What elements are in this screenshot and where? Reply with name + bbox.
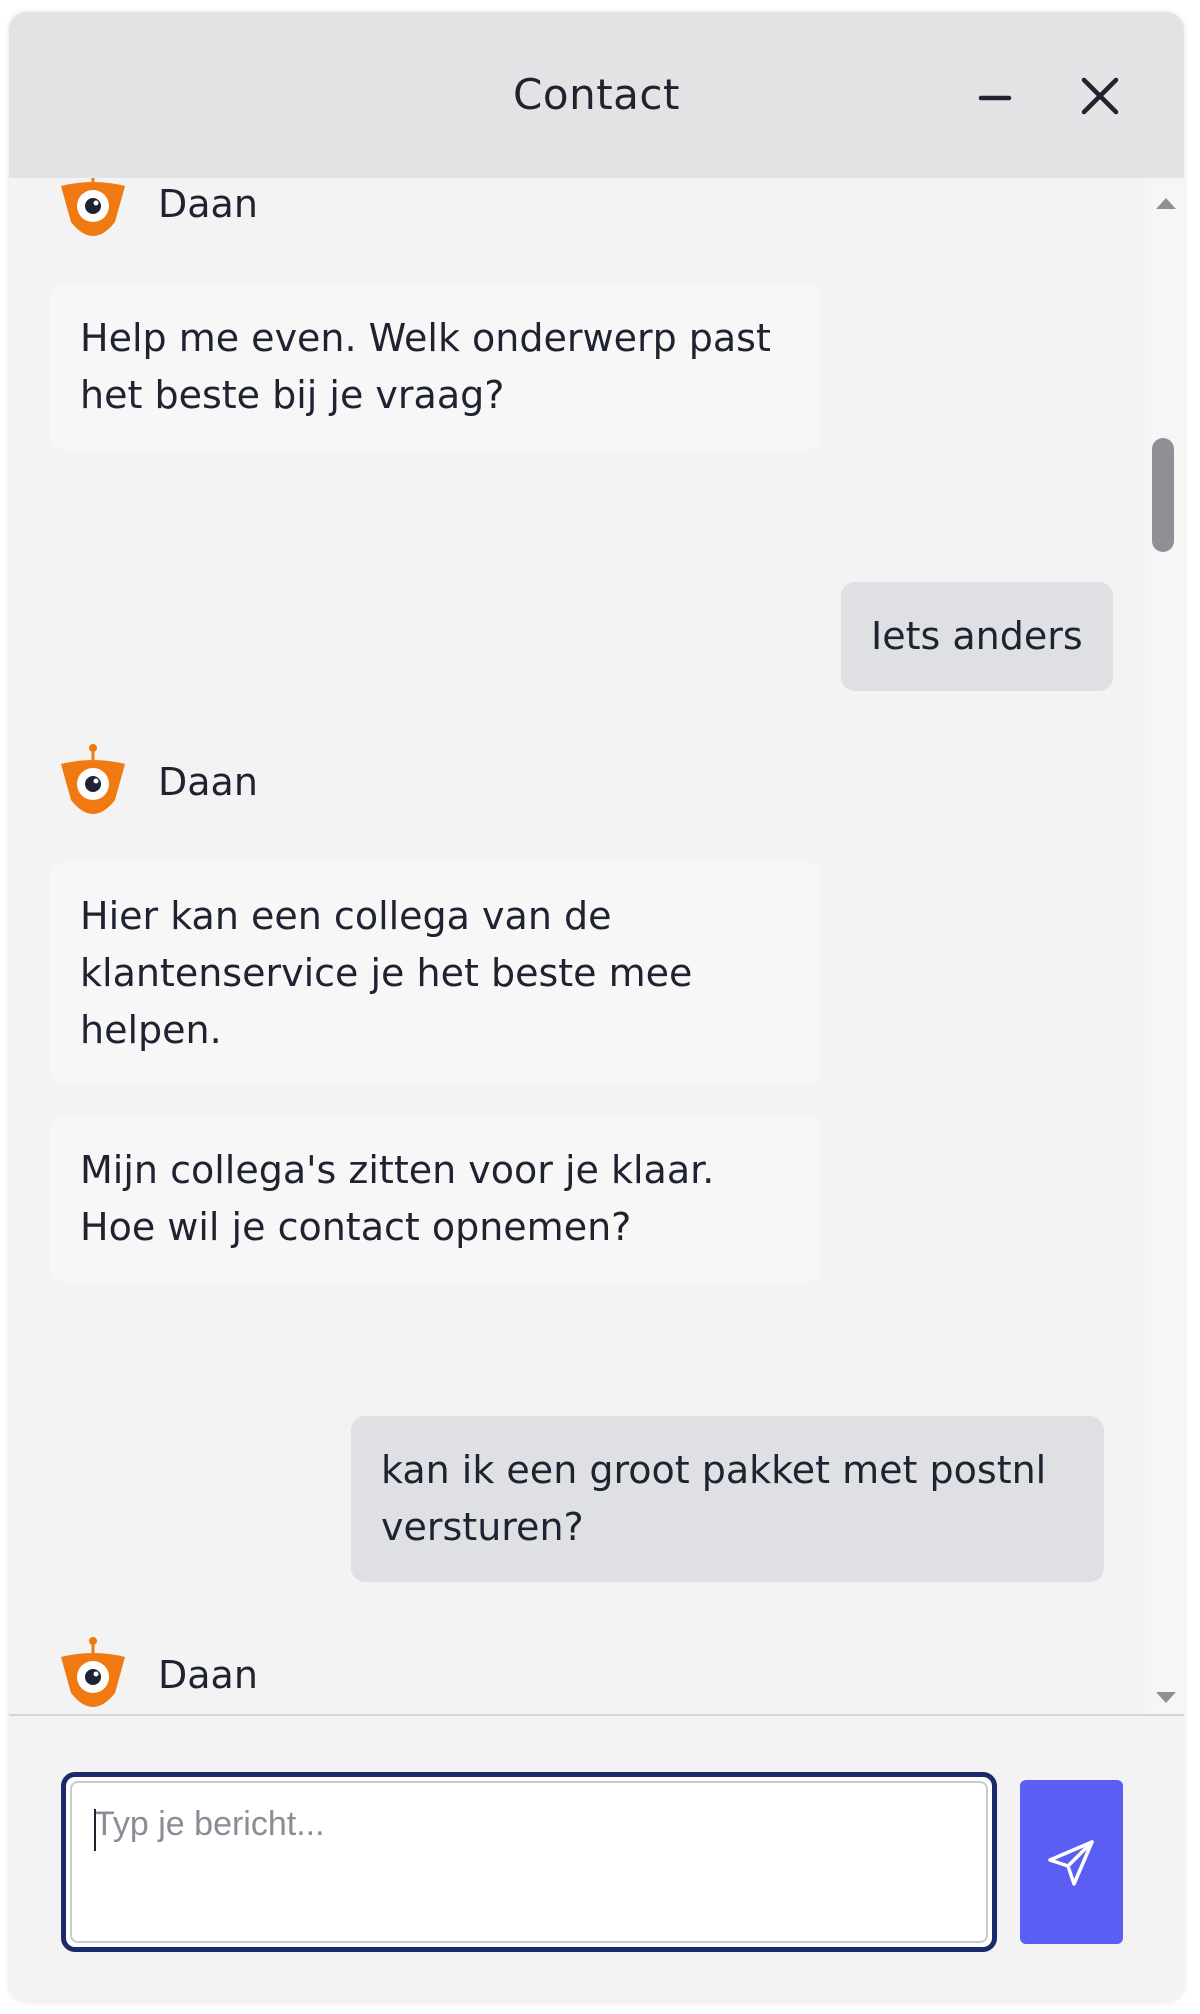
chat-header: Contact: [9, 12, 1184, 178]
message-input-frame[interactable]: [61, 1772, 997, 1952]
text-caret: [94, 1809, 96, 1851]
minimize-button[interactable]: [967, 68, 1023, 124]
close-button[interactable]: [1072, 68, 1128, 124]
send-button[interactable]: [1020, 1780, 1123, 1944]
agent-name: Daan: [158, 1653, 258, 1697]
agent-message: Help me even. Welk onderwerp past het be…: [50, 284, 821, 450]
agent-name: Daan: [158, 182, 258, 226]
message-input-box[interactable]: [70, 1781, 988, 1943]
composer-divider: [9, 1714, 1184, 1716]
user-message: kan ik een groot pakket met postnl verst…: [351, 1416, 1104, 1582]
minus-icon: [978, 95, 1012, 101]
message-input[interactable]: [72, 1783, 986, 1941]
bot-avatar-icon: [55, 1635, 131, 1714]
agent-message: Hier kan een collega van de klantenservi…: [50, 862, 821, 1085]
send-icon: [1048, 1840, 1094, 1886]
scroll-up-arrow-icon[interactable]: [1154, 195, 1178, 211]
agent-message: Mijn collega's zitten voor je klaar. Hoe…: [50, 1116, 821, 1282]
user-message: Iets anders: [841, 582, 1113, 691]
chat-widget: Contact Daan Help me even. Welk onderwer…: [9, 12, 1184, 2002]
agent-name: Daan: [158, 760, 258, 804]
scrollbar-track[interactable]: [1145, 178, 1184, 1714]
bot-avatar-icon: [55, 742, 131, 822]
scroll-down-arrow-icon[interactable]: [1154, 1690, 1178, 1706]
bot-avatar-icon: [55, 178, 131, 244]
scrollbar-thumb[interactable]: [1152, 438, 1174, 552]
close-icon: [1081, 77, 1119, 115]
message-list[interactable]: Daan Help me even. Welk onderwerp past h…: [9, 178, 1184, 1714]
